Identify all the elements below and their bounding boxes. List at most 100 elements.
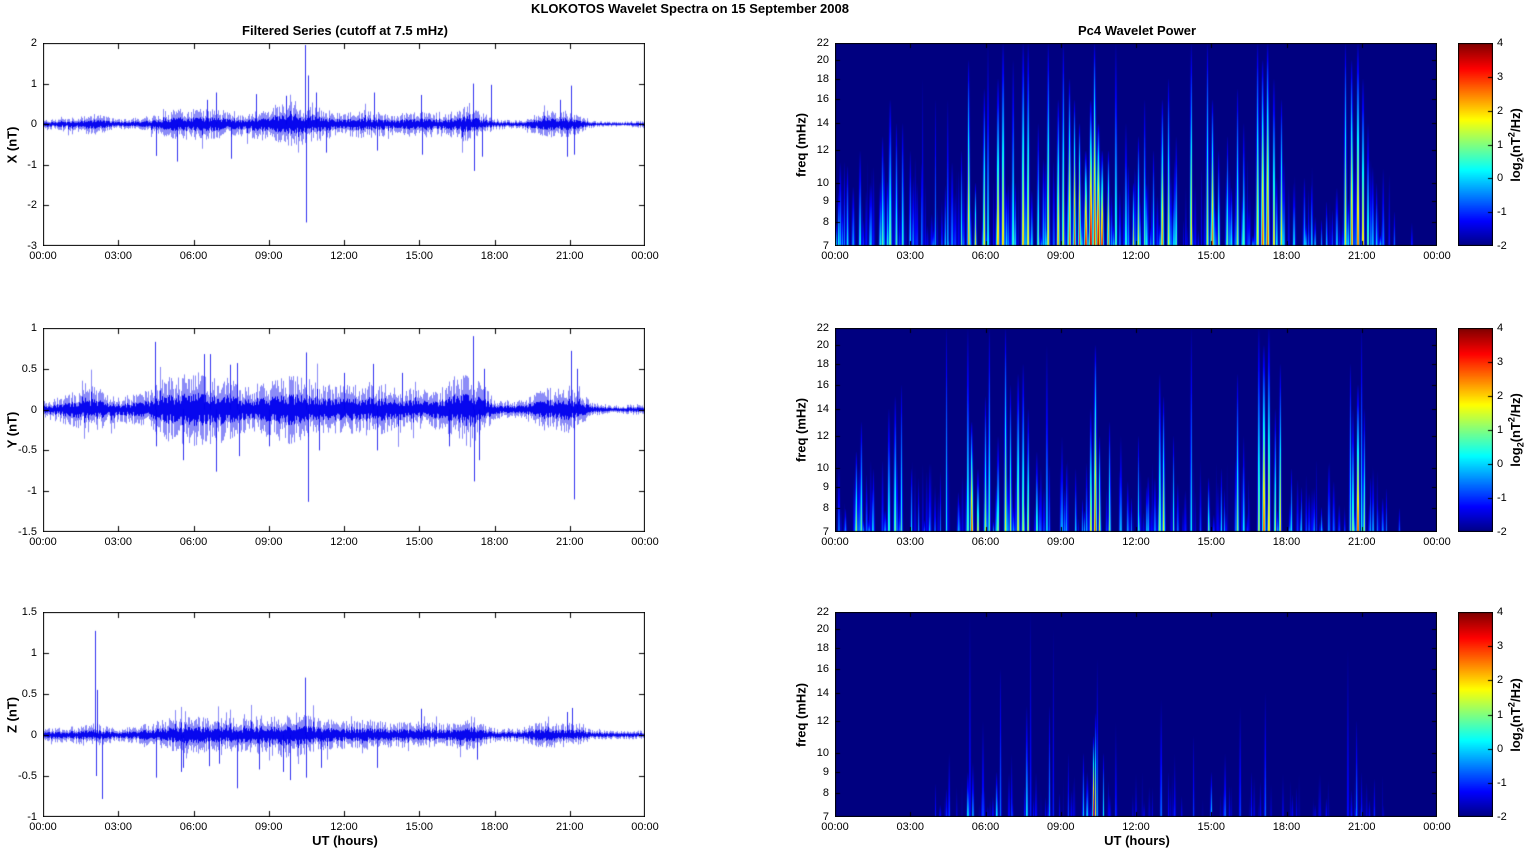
colorbar-x-canvas (1458, 43, 1493, 246)
tick-label: 21:00 (1347, 250, 1376, 262)
tick-label: 03:00 (104, 250, 133, 262)
y-axis-label-z: Z (nT) (4, 696, 20, 734)
tick-label: 10 (816, 462, 829, 474)
tick-label: 09:00 (254, 821, 283, 833)
tick-label: 06:00 (971, 821, 1000, 833)
tick-label: 0.5 (21, 363, 37, 375)
tick-label: 1 (30, 78, 37, 90)
tick-label: 9 (822, 481, 829, 493)
tick-label: 03:00 (104, 536, 133, 548)
tick-label: 09:00 (1046, 536, 1075, 548)
tick-label: 06:00 (971, 250, 1000, 262)
tick-label: 1 (1497, 424, 1504, 436)
tick-label: 20 (816, 339, 829, 351)
tick-label: 21:00 (1347, 821, 1376, 833)
tick-label: -0.5 (18, 444, 37, 456)
tick-label: 0 (1497, 743, 1504, 755)
tick-label: 16 (816, 379, 829, 391)
tick-label: 15:00 (1197, 250, 1226, 262)
tick-label: 00:00 (631, 250, 659, 262)
tick-label: 21:00 (1347, 536, 1376, 548)
tick-label: 18 (816, 358, 829, 370)
tick-label: 1 (1497, 709, 1504, 721)
tick-label: 12 (816, 144, 829, 156)
tick-label: 7 (822, 811, 829, 823)
tick-label: 0.5 (21, 688, 37, 700)
tick-label: -1 (27, 485, 37, 497)
tick-label: -1 (27, 811, 37, 823)
tick-label: 8 (822, 787, 829, 799)
tick-label: 00:00 (1423, 821, 1451, 833)
tick-label: 12:00 (1122, 250, 1150, 262)
tick-label: 2 (1497, 105, 1504, 117)
tick-label: -1.5 (18, 526, 37, 538)
tick-label: 10 (816, 177, 829, 189)
tick-label: 14 (816, 403, 829, 415)
tick-label: 2 (30, 37, 37, 49)
tick-label: 9 (822, 766, 829, 778)
wavelet-z-canvas (835, 612, 1437, 817)
tick-label: 2 (1497, 390, 1504, 402)
tick-label: 0 (30, 729, 37, 741)
colorbar-z-canvas (1458, 612, 1493, 817)
tick-label: 7 (822, 526, 829, 538)
tick-label: 3 (1497, 71, 1504, 83)
figure-root: KLOKOTOS Wavelet Spectra on 15 September… (0, 0, 1526, 851)
figure-title: KLOKOTOS Wavelet Spectra on 15 September… (531, 1, 849, 16)
tick-label: -1 (27, 159, 37, 171)
tick-label: 21:00 (555, 250, 584, 262)
tick-label: 12 (816, 430, 829, 442)
tick-label: 1 (1497, 139, 1504, 151)
colorbar-label-z: log2(nT2/Hz) (1506, 678, 1526, 752)
tick-label: 16 (816, 663, 829, 675)
y-axis-label-y: Y (nT) (4, 411, 20, 449)
tick-label: 06:00 (179, 821, 208, 833)
tick-label: 12 (816, 715, 829, 727)
tick-label: 2 (1497, 674, 1504, 686)
timeseries-x-canvas (43, 43, 645, 246)
tick-label: 14 (816, 687, 829, 699)
tick-label: 20 (816, 54, 829, 66)
tick-label: 15:00 (405, 250, 434, 262)
tick-label: 18 (816, 73, 829, 85)
tick-label: -0.5 (18, 770, 37, 782)
wavelet-y-canvas (835, 328, 1437, 532)
tick-label: 10 (816, 747, 829, 759)
tick-label: -2 (1497, 240, 1507, 252)
tick-label: 15:00 (405, 821, 434, 833)
tick-label: 8 (822, 502, 829, 514)
y-axis-label-x: X (nT) (4, 126, 20, 164)
tick-label: 4 (1497, 37, 1504, 49)
colorbar-label-y: log2(nT2/Hz) (1506, 393, 1526, 467)
tick-label: 9 (822, 195, 829, 207)
freq-axis-label-x: freq (mHz) (793, 112, 809, 178)
freq-axis-label-z: freq (mHz) (793, 682, 809, 748)
tick-label: 00:00 (631, 536, 659, 548)
tick-label: 03:00 (896, 250, 925, 262)
tick-label: 1.5 (21, 606, 37, 618)
timeseries-z-canvas (43, 612, 645, 817)
right-column-title: Pc4 Wavelet Power (1077, 23, 1197, 38)
tick-label: 12:00 (1122, 821, 1150, 833)
tick-label: 09:00 (254, 250, 283, 262)
tick-label: -1 (1497, 492, 1507, 504)
tick-label: 22 (816, 322, 829, 334)
tick-label: -2 (1497, 526, 1507, 538)
tick-label: 00:00 (1423, 536, 1451, 548)
tick-label: 06:00 (179, 250, 208, 262)
tick-label: 1 (30, 647, 37, 659)
tick-label: -3 (27, 240, 37, 252)
tick-label: 12:00 (330, 536, 358, 548)
freq-axis-label-y: freq (mHz) (793, 397, 809, 463)
tick-label: 0 (30, 404, 37, 416)
tick-label: 09:00 (1046, 821, 1075, 833)
tick-label: 8 (822, 216, 829, 228)
colorbar-label-x: log2(nT2/Hz) (1506, 108, 1526, 182)
tick-label: 18:00 (1272, 250, 1301, 262)
colorbar-y-canvas (1458, 328, 1493, 532)
tick-label: 3 (1497, 356, 1504, 368)
tick-label: 09:00 (1046, 250, 1075, 262)
tick-label: 18:00 (1272, 536, 1301, 548)
tick-label: 3 (1497, 640, 1504, 652)
tick-label: 18 (816, 642, 829, 654)
